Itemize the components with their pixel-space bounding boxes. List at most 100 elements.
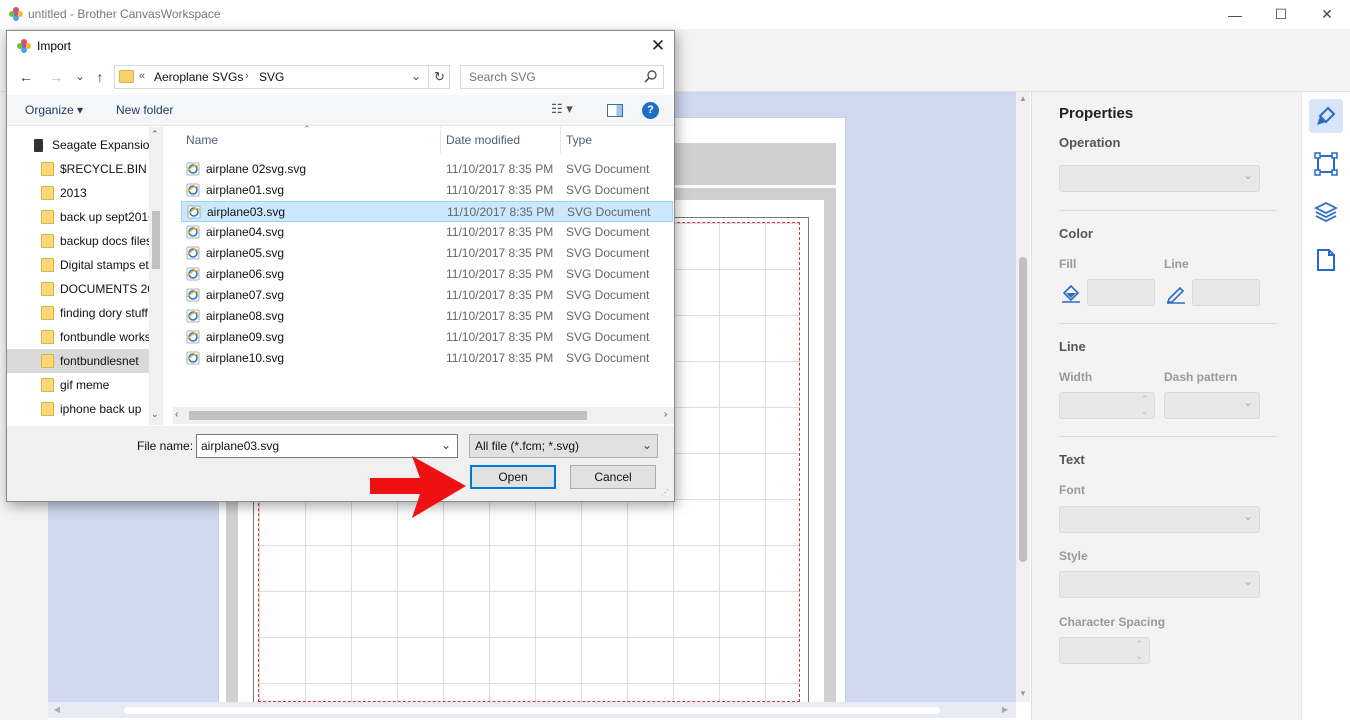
up-folder-button[interactable]: ↑ <box>91 68 109 86</box>
scroll-right-icon[interactable]: ▶ <box>1000 705 1010 715</box>
file-row[interactable]: airplane08.svg 11/10/2017 8:35 PM SVG Docu… <box>181 306 673 327</box>
open-button[interactable]: Open <box>470 465 556 489</box>
file-row[interactable]: airplane09.svg 11/10/2017 8:35 PM SVG Docu… <box>181 327 673 348</box>
file-row[interactable]: airplane01.svg 11/10/2017 8:35 PM SVG Docu… <box>181 180 673 201</box>
nav-item-backup-docs-files[interactable]: backup docs files <box>7 229 149 253</box>
arrow-up-icon: ↑ <box>96 69 104 85</box>
dash-pattern-label: Dash pattern <box>1164 370 1238 384</box>
resize-grip-icon[interactable]: ⋰ <box>661 488 669 497</box>
scrollbar-thumb[interactable] <box>189 411 587 420</box>
scroll-up-icon[interactable]: ▲ <box>1018 94 1028 104</box>
change-view-button[interactable]: ☷ ▾ <box>551 101 573 117</box>
nav-item-documents-2016[interactable]: DOCUMENTS 2016 <box>7 277 149 301</box>
operation-select[interactable] <box>1059 165 1260 192</box>
chevron-down-icon[interactable]: ⌄ <box>411 69 421 83</box>
file-name: airplane03.svg <box>207 205 286 219</box>
line-color-field[interactable] <box>1192 279 1260 306</box>
file-row[interactable]: airplane 02svg.svg 11/10/2017 8:35 PM SVG … <box>181 159 673 180</box>
chevron-right-icon[interactable]: › <box>664 409 667 420</box>
file-row[interactable]: airplane10.svg 11/10/2017 8:35 PM SVG Docu… <box>181 348 673 369</box>
tool-strip <box>1301 92 1350 720</box>
file-type: SVG Document <box>566 267 650 281</box>
column-header-type[interactable]: Type <box>561 127 674 153</box>
nav-item-iphone-back-up[interactable]: iphone back up <box>7 397 149 421</box>
divider <box>1059 436 1277 437</box>
file-type: SVG Document <box>566 309 650 323</box>
divider <box>1059 210 1277 211</box>
canvas-vertical-scrollbar[interactable]: ▲ ▼ <box>1016 92 1030 702</box>
file-type: SVG Document <box>566 246 650 260</box>
scroll-down-icon[interactable]: ▼ <box>1018 689 1028 699</box>
nav-item-gif-meme[interactable]: gif meme <box>7 373 149 397</box>
chevron-left-icon[interactable]: ‹ <box>175 409 178 420</box>
back-button[interactable]: ← <box>17 68 35 86</box>
maximize-button[interactable]: ☐ <box>1258 0 1304 29</box>
dialog-close-button[interactable]: ✕ <box>645 34 671 58</box>
nav-item-seagate-expansion[interactable]: Seagate Expansion <box>7 133 149 157</box>
dialog-titlebar: Import ✕ <box>7 31 674 61</box>
chevron-up-icon[interactable]: ⌃ <box>151 129 159 140</box>
font-select[interactable] <box>1059 506 1260 533</box>
transform-tool-button[interactable] <box>1309 147 1343 181</box>
file-name: airplane08.svg <box>206 309 285 323</box>
character-spacing-stepper[interactable] <box>1059 637 1150 664</box>
style-select[interactable] <box>1059 571 1260 598</box>
close-icon: ✕ <box>1321 6 1333 22</box>
file-name: airplane01.svg <box>206 183 285 197</box>
file-row[interactable]: airplane07.svg 11/10/2017 8:35 PM SVG Docu… <box>181 285 673 306</box>
navigation-pane: Seagate Expansion $RECYCLE.BIN 2013 back… <box>7 127 165 425</box>
address-bar[interactable]: « Aeroplane SVGs › SVG ⌄ ↻ <box>114 65 450 89</box>
nav-item-fontbundlesnet[interactable]: fontbundlesnet <box>7 349 149 373</box>
nav-item-back-up-sept2016[interactable]: back up sept2016 <box>7 205 149 229</box>
cancel-button[interactable]: Cancel <box>570 465 656 489</box>
folder-icon <box>41 306 54 320</box>
nav-item-fontbundle-works[interactable]: fontbundle works <box>7 325 149 349</box>
preview-pane-icon[interactable] <box>607 104 623 117</box>
file-name: airplane09.svg <box>206 330 285 344</box>
file-row[interactable]: airplane03.svg 11/10/2017 8:35 PM SVG Docu… <box>181 201 673 222</box>
dash-pattern-select[interactable] <box>1164 392 1260 419</box>
nav-pane-scrollbar[interactable]: ⌃ ⌄ <box>149 127 163 425</box>
recent-locations-button[interactable]: ⌄ <box>71 68 89 86</box>
search-input[interactable] <box>461 66 641 88</box>
file-type-select[interactable]: All file (*.fcm; *.svg) ⌄ <box>469 434 658 458</box>
scrollbar-thumb[interactable] <box>1019 257 1027 562</box>
chevron-down-icon: ⌄ <box>75 71 85 83</box>
close-window-button[interactable]: ✕ <box>1304 0 1350 29</box>
properties-tool-button[interactable] <box>1309 99 1343 133</box>
fill-color-field[interactable] <box>1087 279 1155 306</box>
nav-item-label: backup docs files <box>60 234 149 248</box>
column-header-date[interactable]: Date modified <box>441 127 561 153</box>
scrollbar-thumb[interactable] <box>152 211 160 269</box>
forward-button[interactable]: → <box>47 68 65 86</box>
nav-item-2013[interactable]: 2013 <box>7 181 149 205</box>
breadcrumb-svg[interactable]: SVG <box>259 70 284 84</box>
page-tool-button[interactable] <box>1309 243 1343 277</box>
folder-icon <box>41 258 54 272</box>
scrollbar-thumb[interactable] <box>124 707 940 714</box>
breadcrumb-overflow[interactable]: « <box>139 70 145 82</box>
file-list-horizontal-scrollbar[interactable]: ‹ › <box>173 407 674 424</box>
minimize-button[interactable]: — <box>1212 0 1258 29</box>
nav-item-label: back up sept2016 <box>60 210 149 224</box>
help-icon[interactable]: ? <box>642 102 659 119</box>
file-row[interactable]: airplane06.svg 11/10/2017 8:35 PM SVG Docu… <box>181 264 673 285</box>
file-row[interactable]: airplane04.svg 11/10/2017 8:35 PM SVG Docu… <box>181 222 673 243</box>
file-date: 11/10/2017 8:35 PM <box>446 183 554 197</box>
search-icon[interactable] <box>643 69 659 85</box>
refresh-button[interactable]: ↻ <box>428 66 450 88</box>
breadcrumb-aeroplane-svgs[interactable]: Aeroplane SVGs <box>154 70 243 84</box>
scroll-left-icon[interactable]: ◀ <box>52 705 62 715</box>
nav-item-recycle-bin[interactable]: $RECYCLE.BIN <box>7 157 149 181</box>
nav-item-finding-dory-stuff[interactable]: finding dory stuff <box>7 301 149 325</box>
line-width-stepper[interactable] <box>1059 392 1155 419</box>
column-header-name[interactable]: Name <box>181 127 441 153</box>
canvas-horizontal-scrollbar[interactable]: ◀ ▶ <box>48 702 1016 718</box>
organize-menu[interactable]: Organize ▾ <box>25 103 83 117</box>
layers-tool-button[interactable] <box>1309 195 1343 229</box>
search-box[interactable] <box>460 65 664 89</box>
nav-item-digital-stamps[interactable]: Digital stamps etc <box>7 253 149 277</box>
file-row[interactable]: airplane05.svg 11/10/2017 8:35 PM SVG Docu… <box>181 243 673 264</box>
chevron-down-icon[interactable]: ⌄ <box>151 409 159 420</box>
new-folder-button[interactable]: New folder <box>116 103 173 117</box>
